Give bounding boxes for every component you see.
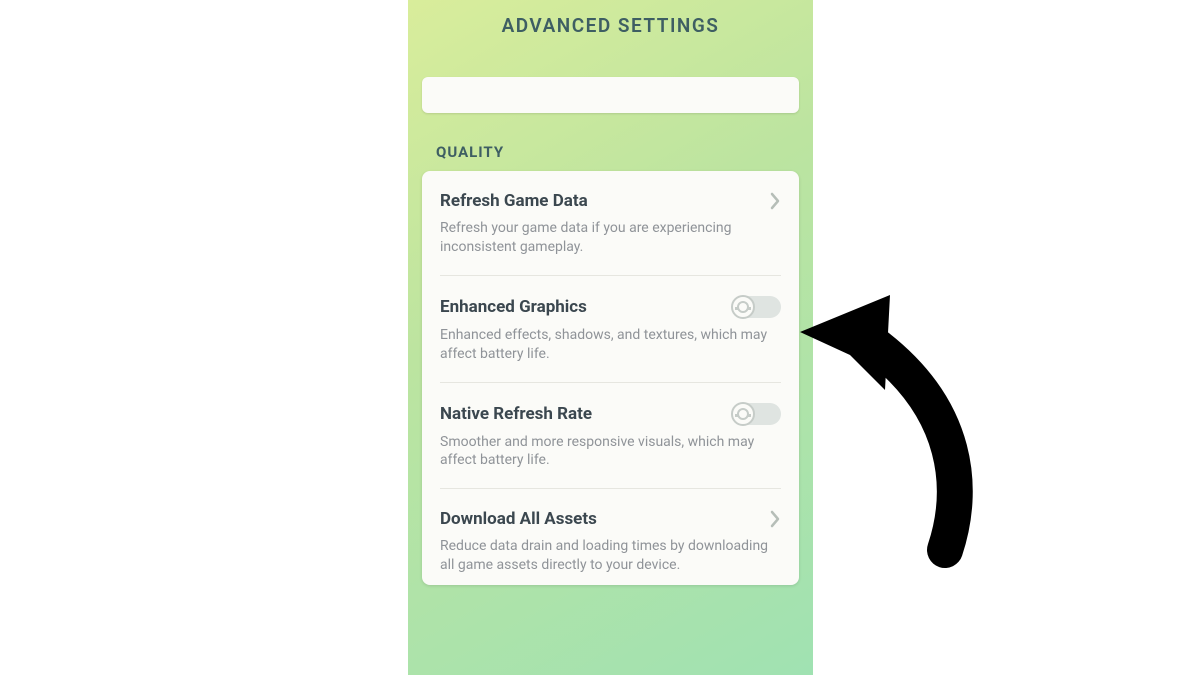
page-title: ADVANCED SETTINGS xyxy=(408,0,813,37)
chevron-right-icon xyxy=(769,510,781,528)
setting-description: Enhanced effects, shadows, and textures,… xyxy=(440,326,781,364)
section-label-quality: QUALITY xyxy=(436,143,813,161)
chevron-right-icon xyxy=(769,192,781,210)
toggle-enhanced-graphics[interactable] xyxy=(733,296,781,318)
toggle-native-refresh-rate[interactable] xyxy=(733,403,781,425)
setting-row-download-all-assets[interactable]: Download All Assets Reduce data drain an… xyxy=(440,489,781,585)
setting-title: Refresh Game Data xyxy=(440,191,588,211)
setting-row-refresh-game-data[interactable]: Refresh Game Data Refresh your game data… xyxy=(440,171,781,276)
setting-description: Reduce data drain and loading times by d… xyxy=(440,537,781,575)
pokeball-icon xyxy=(731,295,755,319)
quality-card: Refresh Game Data Refresh your game data… xyxy=(422,171,799,585)
settings-panel: ADVANCED SETTINGS QUALITY Refresh Game D… xyxy=(408,0,813,675)
setting-title: Enhanced Graphics xyxy=(440,297,587,317)
setting-title: Download All Assets xyxy=(440,509,597,529)
arrow-annotation-icon xyxy=(790,290,990,570)
setting-description: Smoother and more responsive visuals, wh… xyxy=(440,433,781,471)
pokeball-icon xyxy=(731,402,755,426)
setting-row-native-refresh-rate: Native Refresh Rate Smoother and more re… xyxy=(440,383,781,490)
empty-card xyxy=(422,77,799,113)
setting-title: Native Refresh Rate xyxy=(440,404,592,424)
setting-row-enhanced-graphics: Enhanced Graphics Enhanced effects, shad… xyxy=(440,276,781,383)
setting-description: Refresh your game data if you are experi… xyxy=(440,219,781,257)
